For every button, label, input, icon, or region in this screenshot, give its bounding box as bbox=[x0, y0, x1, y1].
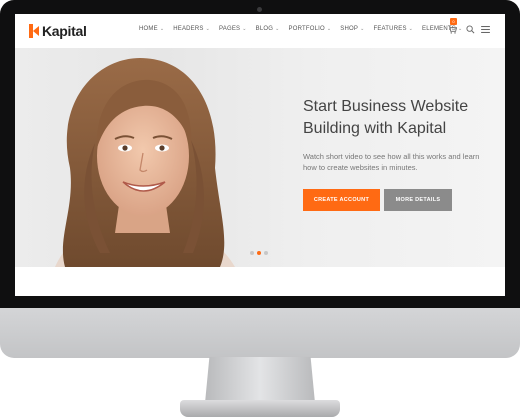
monitor-chin bbox=[0, 308, 520, 358]
nav-item-portfolio[interactable]: PORTFOLIO ⌄ bbox=[289, 26, 332, 32]
logo[interactable]: Kapital bbox=[29, 23, 87, 39]
nav-item-pages[interactable]: PAGES ⌄ bbox=[219, 26, 247, 32]
hero-subtitle: Watch short video to see how all this wo… bbox=[303, 152, 480, 172]
menu-icon[interactable] bbox=[481, 26, 490, 33]
chevron-down-icon: ⌄ bbox=[205, 26, 211, 32]
hero-slider: Start Business Website Building with Kap… bbox=[15, 48, 505, 267]
slider-dot[interactable] bbox=[264, 251, 268, 255]
monitor-stand bbox=[205, 357, 315, 403]
chevron-down-icon: ⌄ bbox=[408, 26, 414, 32]
logo-text: Kapital bbox=[42, 23, 87, 39]
nav-item-shop[interactable]: SHOP ⌄ bbox=[340, 26, 364, 32]
nav-item-blog[interactable]: BLOG ⌄ bbox=[256, 26, 280, 32]
cart-count-badge: 0 bbox=[450, 18, 457, 25]
chevron-down-icon: ⌄ bbox=[242, 26, 247, 32]
chevron-down-icon: ⌄ bbox=[458, 26, 463, 32]
search-icon[interactable] bbox=[466, 25, 475, 34]
top-navbar: Kapital HOME ⌄ HEADERS ⌄ PAGES ⌄ BLOG ⌄ PORT… bbox=[15, 14, 505, 48]
monitor-base bbox=[180, 400, 340, 417]
hero-photo bbox=[55, 58, 235, 267]
nav-item-headers[interactable]: HEADERS ⌄ bbox=[173, 26, 210, 32]
chevron-down-icon: ⌄ bbox=[326, 26, 332, 32]
nav-item-home[interactable]: HOME ⌄ bbox=[139, 26, 164, 32]
logo-icon bbox=[29, 24, 39, 38]
chevron-down-icon: ⌄ bbox=[275, 26, 280, 32]
slider-pagination bbox=[250, 251, 271, 255]
main-nav: HOME ⌄ HEADERS ⌄ PAGES ⌄ BLOG ⌄ PORTFOLIO ⌄ S… bbox=[139, 26, 471, 32]
screen: Kapital HOME ⌄ HEADERS ⌄ PAGES ⌄ BLOG ⌄ PORT… bbox=[15, 14, 505, 296]
create-account-button[interactable]: CREATE ACCOUNT bbox=[303, 189, 380, 211]
cart-icon[interactable] bbox=[448, 25, 457, 34]
chevron-down-icon: ⌄ bbox=[360, 26, 365, 32]
nav-item-features[interactable]: FEATURES ⌄ bbox=[373, 26, 413, 32]
camera-dot bbox=[257, 7, 262, 12]
slider-dot-active[interactable] bbox=[257, 251, 261, 255]
more-details-button[interactable]: MORE DETAILS bbox=[384, 189, 452, 211]
slider-dot[interactable] bbox=[250, 251, 254, 255]
hero-title: Start Business Website Building with Kap… bbox=[303, 98, 469, 137]
chevron-down-icon: ⌄ bbox=[159, 26, 165, 32]
